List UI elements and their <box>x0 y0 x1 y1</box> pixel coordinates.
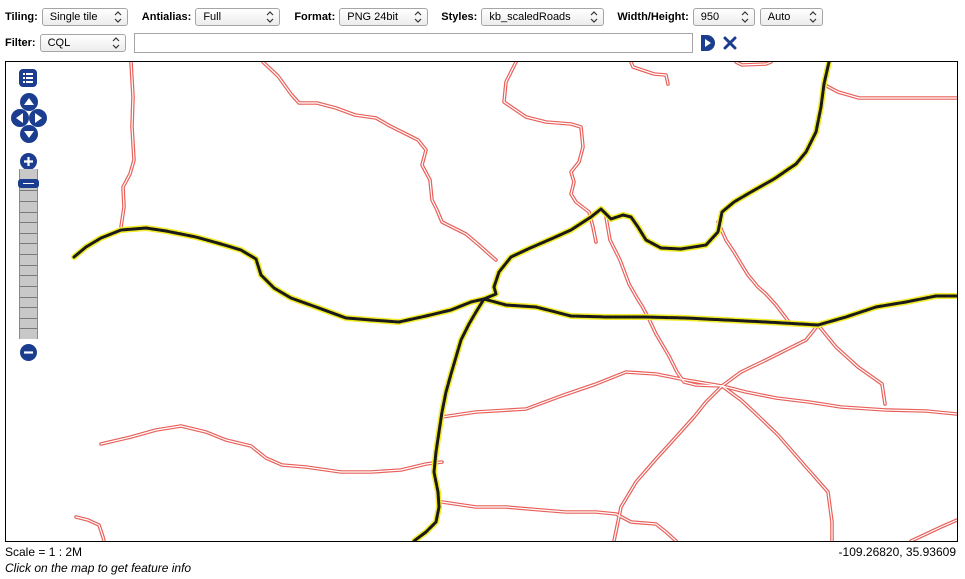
zoom-level-notch <box>20 285 37 287</box>
zoom-slider-handle[interactable] <box>18 178 39 188</box>
zoom-level-notch <box>20 307 37 309</box>
pan-down-icon[interactable] <box>19 124 39 144</box>
zoom-level-notch <box>20 211 37 213</box>
map-viewport[interactable] <box>5 61 958 542</box>
zoom-level-notch <box>20 200 37 202</box>
road-network <box>71 62 957 541</box>
toolbar-row-2: Filter: CQL <box>5 32 126 54</box>
zoom-level-notch <box>20 232 37 234</box>
size-label: Width/Height: <box>617 11 689 23</box>
zoom-level-notch <box>20 296 37 298</box>
major-roads <box>71 62 957 541</box>
zoom-level-notch <box>20 243 37 245</box>
format-label: Format: <box>294 11 336 23</box>
zoom-level-notch <box>20 328 37 330</box>
styles-select[interactable]: kb_scaledRoads <box>481 8 605 26</box>
filter-label: Filter: <box>5 37 36 49</box>
select-arrows-icon <box>809 11 817 23</box>
width-select[interactable]: 950 <box>692 8 755 26</box>
styles-label: Styles: <box>441 11 478 23</box>
tiling-select[interactable]: Single tile <box>41 8 128 26</box>
layer-switcher-icon[interactable] <box>18 68 38 88</box>
zoom-level-notch <box>20 254 37 255</box>
format-select-value: PNG 24bit <box>347 11 399 23</box>
tiling-label: Tiling: <box>5 11 38 23</box>
zoom-level-notch <box>20 222 37 224</box>
select-arrows-icon <box>741 11 749 23</box>
feature-info-hint: Click on the map to get feature info <box>5 561 192 575</box>
zoom-level-notch <box>20 190 37 192</box>
height-select[interactable]: Auto <box>759 8 823 26</box>
styles-select-value: kb_scaledRoads <box>489 11 571 23</box>
select-arrows-icon <box>414 11 422 23</box>
filter-input[interactable] <box>134 33 693 53</box>
filter-type-value: CQL <box>47 37 71 49</box>
zoom-level-notch <box>20 317 37 319</box>
select-arrows-icon <box>266 11 274 23</box>
height-select-value: Auto <box>767 11 791 23</box>
coordinate-readout: -109.26820, 35.93609 <box>838 545 956 559</box>
zoom-level-notch <box>20 275 37 277</box>
toolbar-row-1: Tiling: Single tile Antialias: Full Form… <box>5 6 823 28</box>
apply-filter-icon[interactable] <box>699 34 716 52</box>
zoom-level-notch <box>20 264 37 266</box>
reset-filter-icon[interactable] <box>722 35 738 51</box>
select-arrows-icon <box>112 37 119 49</box>
tiling-select-value: Single tile <box>49 11 98 23</box>
antialias-select-value: Full <box>203 11 222 23</box>
antialias-label: Antialias: <box>141 11 192 23</box>
antialias-select[interactable]: Full <box>195 8 281 26</box>
zoom-out-icon[interactable] <box>19 343 38 362</box>
filter-type-select[interactable]: CQL <box>39 34 126 52</box>
width-select-value: 950 <box>700 11 720 23</box>
scale-readout: Scale = 1 : 2M <box>5 545 83 559</box>
format-select[interactable]: PNG 24bit <box>339 8 429 26</box>
pan-control <box>10 92 48 144</box>
zoom-slider[interactable] <box>19 169 38 339</box>
select-arrows-icon <box>114 11 122 23</box>
select-arrows-icon <box>590 11 598 23</box>
minor-roads <box>74 62 957 541</box>
